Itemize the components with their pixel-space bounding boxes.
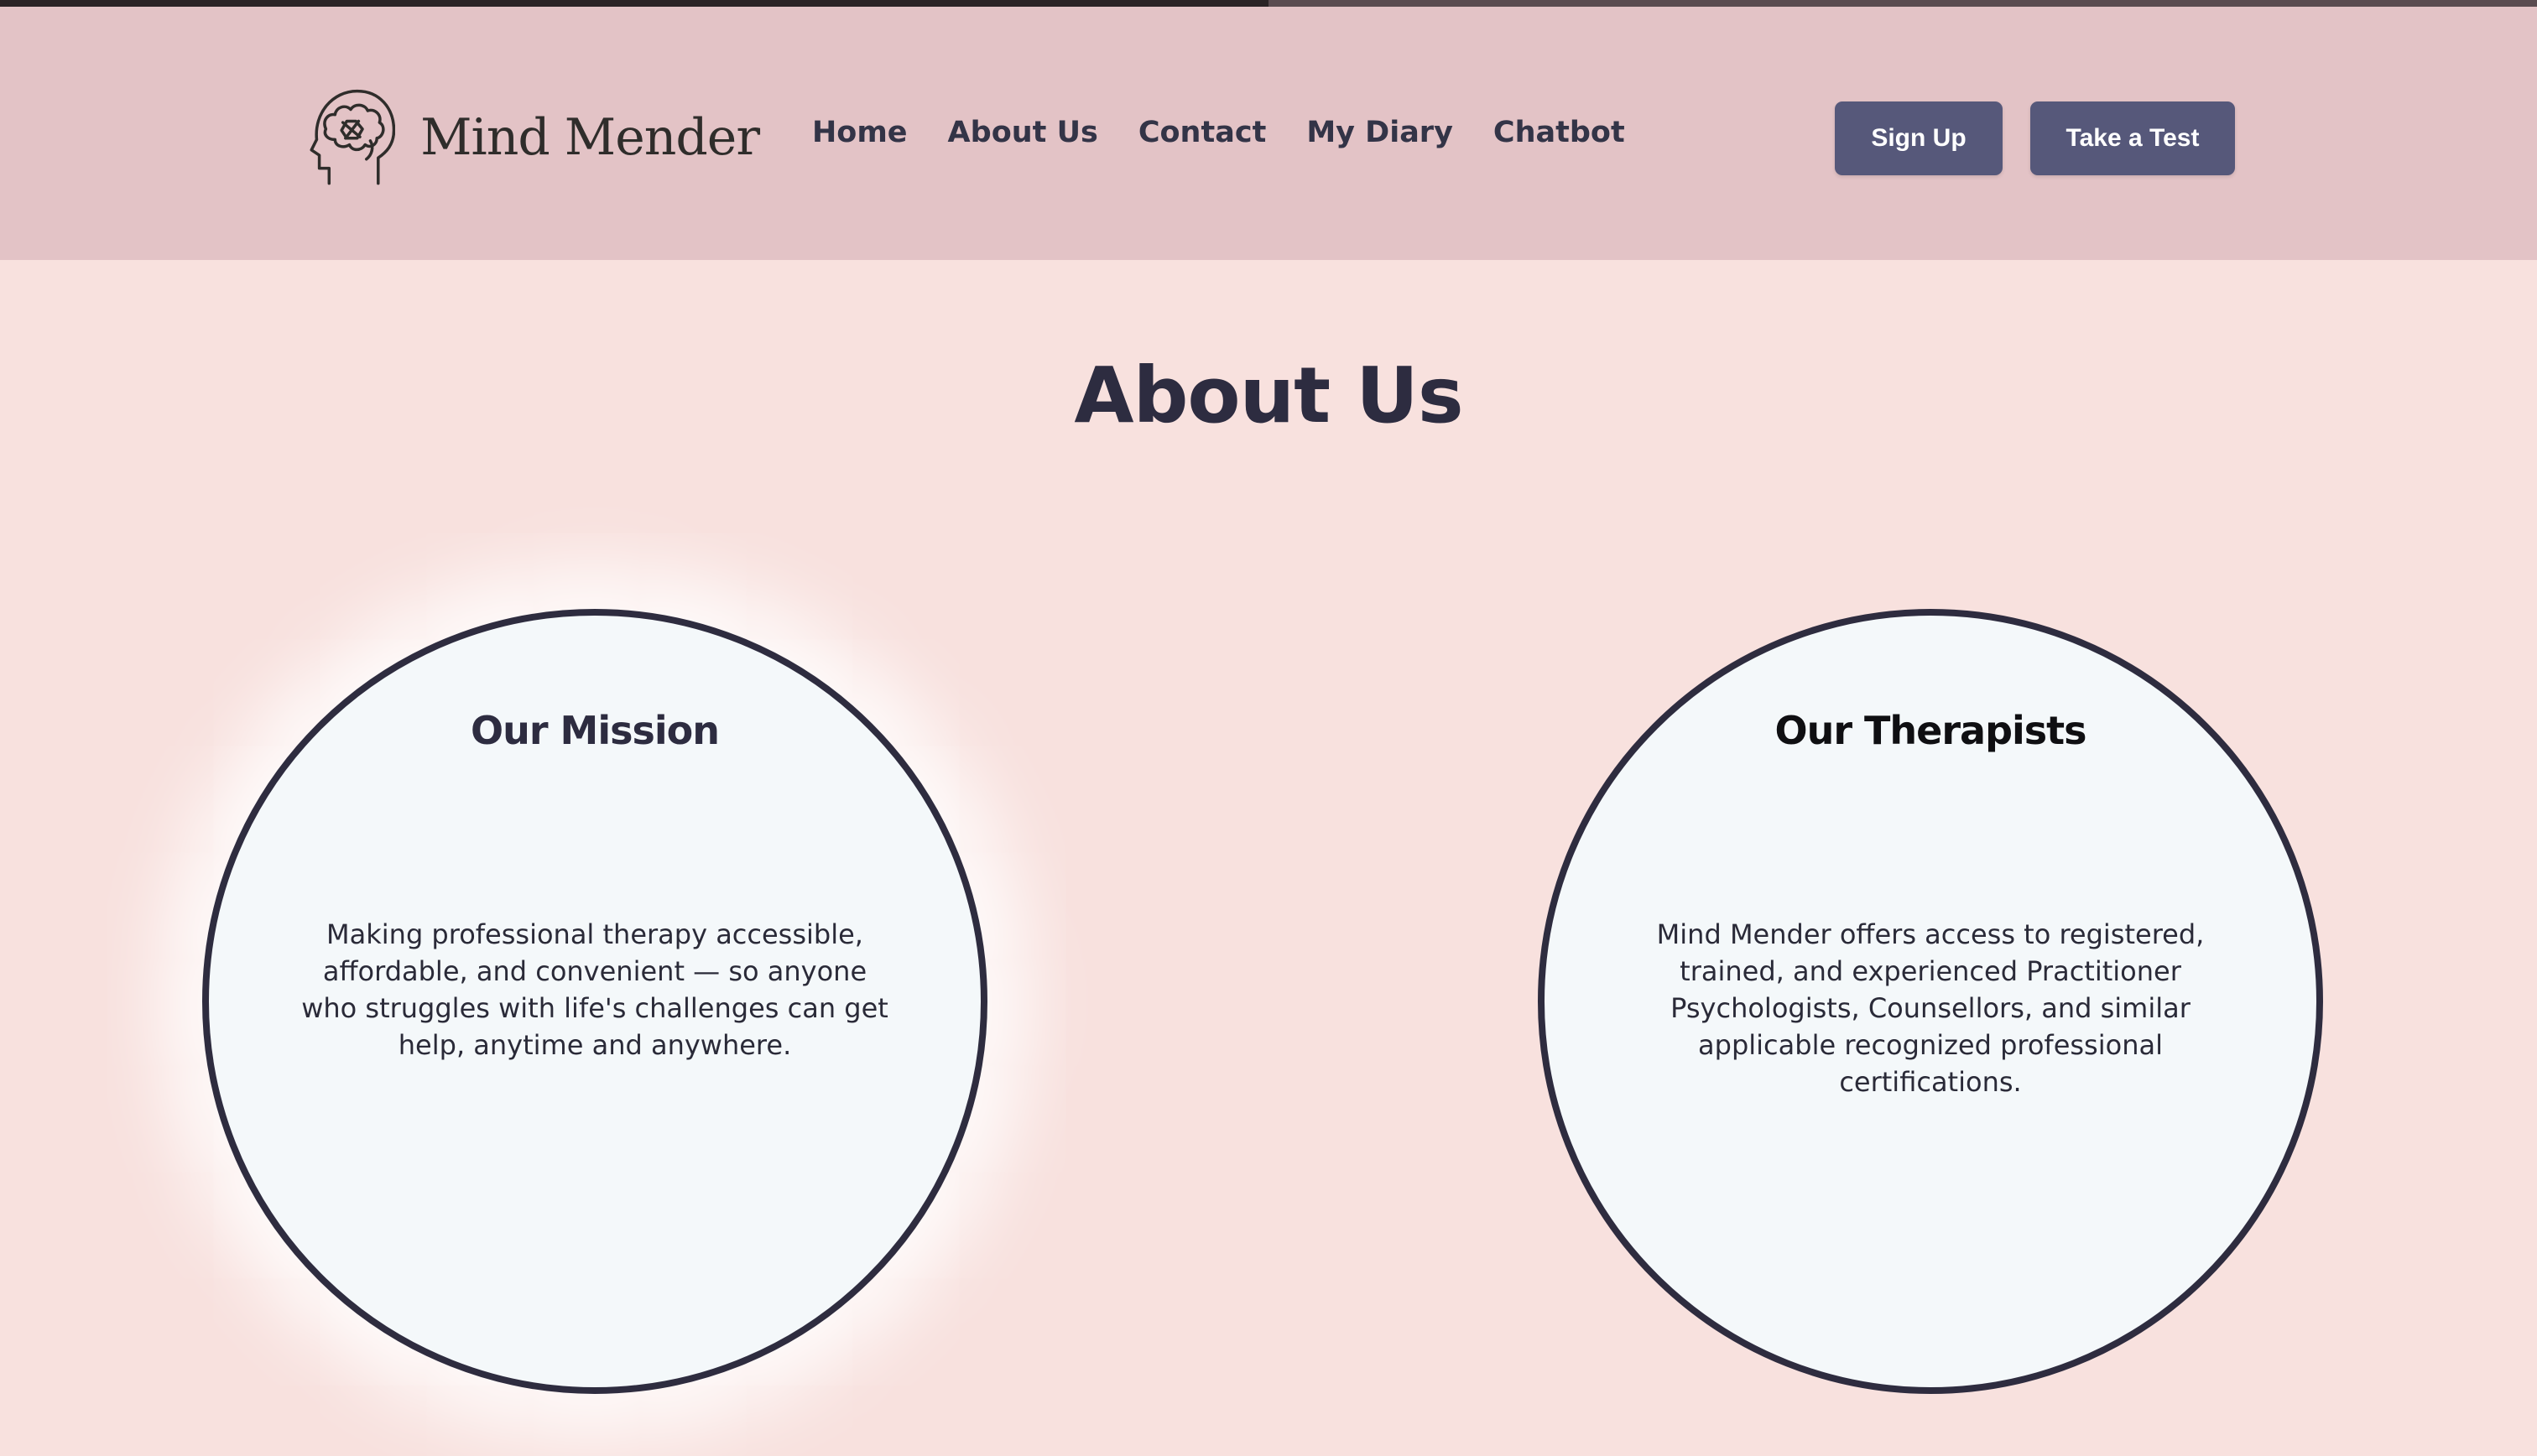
nav-home[interactable]: Home xyxy=(812,116,908,149)
mission-card: Our Mission Making professional therapy … xyxy=(202,609,987,1394)
nav-my-diary[interactable]: My Diary xyxy=(1306,116,1453,149)
mission-text: Making professional therapy accessible, … xyxy=(301,918,888,1061)
therapists-heading: Our Therapists xyxy=(1774,708,2086,753)
site-header: Mind Mender Home About Us Contact My Dia… xyxy=(0,7,2537,260)
nav-chatbot[interactable]: Chatbot xyxy=(1493,116,1625,149)
logo-text: Mind Mender xyxy=(420,108,760,167)
main-nav: Home About Us Contact My Diary Chatbot xyxy=(812,116,1625,149)
logo[interactable]: Mind Mender xyxy=(306,70,760,205)
take-a-test-button[interactable]: Take a Test xyxy=(2030,101,2235,175)
nav-contact[interactable]: Contact xyxy=(1138,116,1266,149)
sign-up-button[interactable]: Sign Up xyxy=(1835,101,2003,175)
page-title: About Us xyxy=(1074,351,1463,440)
therapists-text: Mind Mender offers access to registered,… xyxy=(1656,918,2205,1098)
top-border xyxy=(0,0,2537,7)
nav-about-us[interactable]: About Us xyxy=(948,116,1098,149)
mission-heading: Our Mission xyxy=(471,708,720,753)
therapists-card: Our Therapists Mind Mender offers access… xyxy=(1538,609,2323,1394)
brain-head-bandage-icon xyxy=(310,89,396,185)
